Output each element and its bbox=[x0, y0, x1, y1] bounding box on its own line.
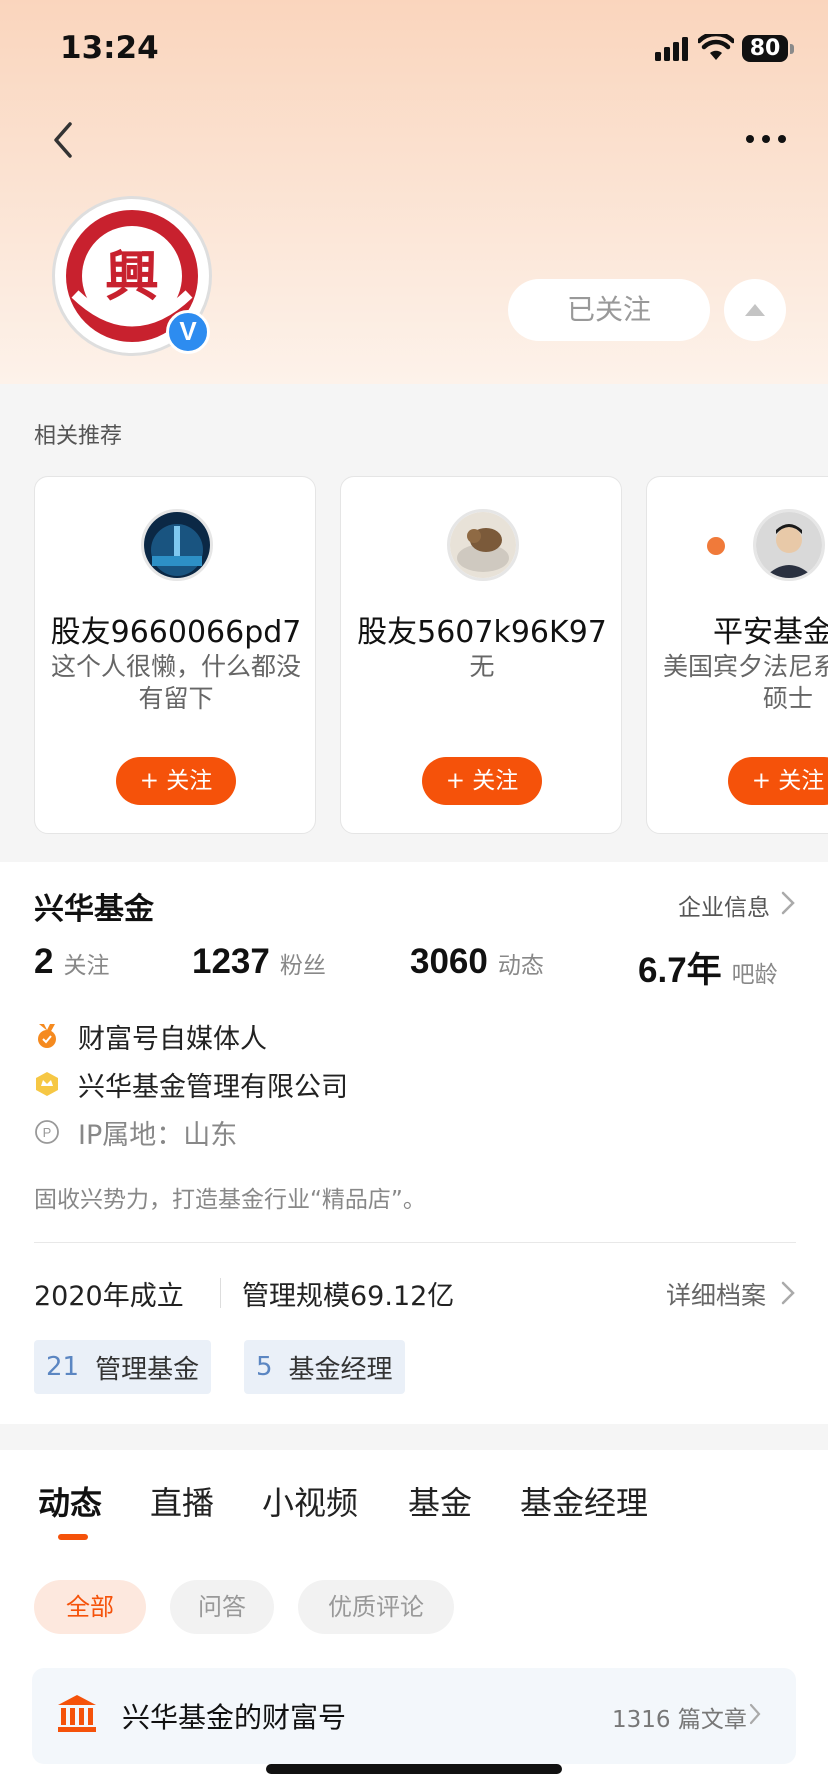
divider bbox=[34, 1242, 796, 1243]
profile-bio: 固收兴势力，打造基金行业“精品店”。 bbox=[34, 1187, 426, 1213]
ip-location-icon: P bbox=[35, 1120, 59, 1144]
recommend-name: 股友5607k96K97 bbox=[357, 615, 607, 650]
stat-label: 关注 bbox=[63, 953, 110, 979]
followed-button[interactable]: 已关注 bbox=[508, 279, 710, 341]
recommendations-section: 相关推荐 股友9660066pd7 这个人很懒，什么都没有留下 + 关注 股友5… bbox=[0, 384, 828, 862]
stat-value: 1237 bbox=[192, 942, 270, 981]
recommend-avatar bbox=[141, 509, 213, 581]
more-options-icon[interactable] bbox=[742, 124, 792, 154]
tag-company[interactable]: 兴华基金管理有限公司 bbox=[34, 1064, 348, 1104]
bank-building-icon bbox=[58, 1695, 96, 1732]
wealth-account-bar[interactable]: 兴华基金的财富号 1316 篇文章 bbox=[32, 1668, 796, 1764]
divider bbox=[220, 1278, 221, 1308]
tag-text: IP属地：山东 bbox=[78, 1119, 238, 1151]
tag-text: 兴华基金管理有限公司 bbox=[78, 1071, 348, 1103]
tab-live[interactable]: 直播 bbox=[150, 1478, 214, 1524]
stat-age: 6.7年 吧龄 bbox=[638, 942, 778, 993]
stat-value: 6.7年 bbox=[638, 951, 722, 990]
follow-button[interactable]: + 关注 bbox=[116, 757, 236, 805]
recommend-name: 股友9660066pd7 bbox=[50, 615, 302, 650]
status-time: 13:24 bbox=[60, 30, 159, 66]
tab-fund-managers[interactable]: 基金经理 bbox=[520, 1478, 648, 1524]
profile-info-section: 兴华基金 企业信息 2 关注 1237 粉丝 3060 动态 6.7年 吧龄 财富号自媒… bbox=[0, 862, 828, 1424]
chip-label: 管理基金 bbox=[95, 1354, 200, 1385]
home-indicator[interactable] bbox=[266, 1764, 562, 1774]
stat-label: 粉丝 bbox=[279, 953, 326, 979]
recommend-card[interactable]: 平安基金林 美国宾夕法尼系统工程硕士 + 关注 bbox=[646, 476, 828, 834]
recommend-card[interactable]: 股友5607k96K97 无 + 关注 bbox=[340, 476, 622, 834]
recommend-desc: 美国宾夕法尼系统工程硕士 bbox=[662, 652, 828, 713]
stat-label: 吧龄 bbox=[731, 962, 778, 988]
follow-button[interactable]: + 关注 bbox=[728, 757, 828, 805]
stat-posts[interactable]: 3060 动态 bbox=[410, 942, 544, 982]
chevron-right-icon bbox=[749, 1703, 761, 1725]
tag-wealth-media: 财富号自媒体人 bbox=[34, 1016, 267, 1056]
caret-up-icon bbox=[745, 304, 765, 316]
founded-year: 2020年成立 bbox=[34, 1281, 184, 1312]
tag-ip: P IP属地：山东 bbox=[34, 1112, 237, 1152]
stat-value: 2 bbox=[34, 942, 54, 981]
active-tab-indicator bbox=[58, 1534, 88, 1540]
tag-text: 财富号自媒体人 bbox=[78, 1023, 267, 1055]
recommend-name: 平安基金林 bbox=[713, 615, 828, 650]
wifi-icon bbox=[698, 34, 734, 60]
follow-button[interactable]: + 关注 bbox=[422, 757, 542, 805]
verified-badge-icon bbox=[705, 535, 727, 557]
medal-icon bbox=[38, 1024, 56, 1048]
wealth-account-name: 兴华基金的财富号 bbox=[122, 1701, 347, 1734]
content-tabs-section: 动态 直播 小视频 基金 基金经理 全部 问答 优质评论 兴华基金的财富号 13… bbox=[0, 1450, 828, 1792]
detailed-archive-link[interactable]: 详细档案 bbox=[666, 1276, 766, 1312]
stat-value: 3060 bbox=[410, 942, 488, 981]
article-count: 1316 篇文章 bbox=[612, 1707, 747, 1733]
management-scale: 管理规模69.12亿 bbox=[242, 1281, 455, 1312]
recommend-avatar bbox=[753, 509, 825, 581]
tab-funds[interactable]: 基金 bbox=[408, 1478, 472, 1524]
filter-quality-comments[interactable]: 优质评论 bbox=[298, 1580, 454, 1634]
recommend-avatar bbox=[447, 509, 519, 581]
seal-glyph: 興 bbox=[105, 245, 159, 308]
verified-badge-icon: V bbox=[166, 310, 210, 354]
filter-all[interactable]: 全部 bbox=[34, 1580, 146, 1634]
tab-posts[interactable]: 动态 bbox=[38, 1478, 102, 1524]
svg-text:P: P bbox=[43, 1125, 52, 1140]
back-icon[interactable] bbox=[46, 118, 80, 162]
recommend-desc: 这个人很懒，什么都没有留下 bbox=[50, 652, 301, 713]
chip-number: 5 bbox=[256, 1352, 273, 1382]
managed-funds-chip[interactable]: 21 管理基金 bbox=[34, 1340, 212, 1394]
profile-name: 兴华基金 bbox=[34, 892, 154, 927]
cellular-signal-icon bbox=[655, 37, 688, 61]
battery-icon: 80 bbox=[742, 35, 788, 62]
stat-label: 动态 bbox=[497, 953, 544, 979]
fund-managers-chip[interactable]: 5 基金经理 bbox=[244, 1340, 405, 1394]
tab-short-video[interactable]: 小视频 bbox=[262, 1478, 358, 1524]
chip-label: 基金经理 bbox=[288, 1354, 393, 1385]
chevron-right-icon bbox=[781, 1281, 795, 1305]
recommend-card[interactable]: 股友9660066pd7 这个人很懒，什么都没有留下 + 关注 bbox=[34, 476, 316, 834]
recommend-desc: 无 bbox=[469, 652, 495, 681]
filter-qa[interactable]: 问答 bbox=[170, 1580, 274, 1634]
chevron-right-icon bbox=[781, 891, 795, 915]
company-info-link[interactable]: 企业信息 bbox=[678, 888, 770, 922]
stat-fans[interactable]: 1237 粉丝 bbox=[192, 942, 326, 982]
enterprise-badge-icon bbox=[36, 1072, 58, 1096]
battery-cap bbox=[790, 44, 794, 54]
chip-number: 21 bbox=[46, 1352, 80, 1382]
section-gap bbox=[0, 1424, 828, 1450]
collapse-recommendations-button[interactable] bbox=[724, 279, 786, 341]
recommendations-title: 相关推荐 bbox=[34, 424, 123, 449]
stat-following[interactable]: 2 关注 bbox=[34, 942, 109, 982]
